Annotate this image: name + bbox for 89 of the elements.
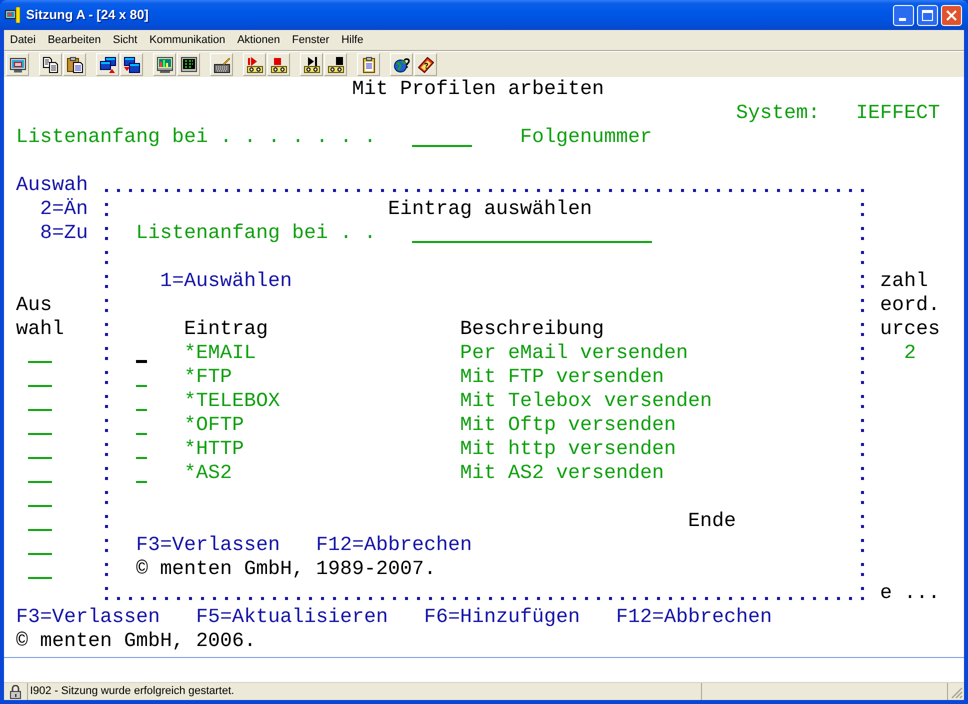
entry-code: *EMAIL [184,341,256,365]
toolbar-button[interactable] [63,53,86,76]
windows-down-arrow-icon [124,56,140,72]
status-message: I902 - Sitzung wurde erfolgreich gestartet. [30,684,234,700]
maximize-icon [922,10,933,20]
toolbar-button[interactable] [96,53,119,76]
option-hint: 2=Än [40,197,88,221]
resize-grip-icon [951,687,963,699]
tape-stop-icon [270,56,286,72]
clipboard-page-icon [66,56,82,72]
toolbar-button[interactable] [300,53,323,76]
toolbar-button[interactable] [177,53,200,76]
copyright-text: © menten GmbH, 1989-2007. [136,557,436,581]
column-heading: zahl [880,269,928,293]
toolbar-button[interactable] [120,53,143,76]
window-title: Sitzung A - [24 x 80] [26,6,149,24]
toolbar-button[interactable] [267,53,290,76]
entry-code: *HTTP [184,437,244,461]
entry-code: *OFTP [184,413,244,437]
field-label: Listenanfang bei . . . . . . . [16,125,376,149]
toolbar-button[interactable] [357,53,380,76]
padlock-icon [8,684,22,698]
system-name: IEFFECT [856,101,940,125]
tape-play-icon [246,56,262,72]
system-label: System: [736,101,820,125]
popup-title: Eintrag auswählen [388,197,592,221]
maximize-button[interactable] [917,4,938,26]
field-label: Listenanfang bei . . [136,221,376,245]
entry-description: Mit AS2 versenden [460,461,664,485]
menu-item[interactable]: Hilfe [335,32,370,48]
tape-stop-icon [328,56,344,72]
monitor-icon [5,7,21,23]
copyright-text: © menten GmbH, 2006. [16,629,256,653]
menu-item[interactable]: Datei [4,32,42,48]
function-key-hint: F3=Verlassen [136,533,280,557]
column-heading: wahl [16,317,64,341]
monitor-icon [10,56,26,72]
tag-question-icon [418,56,434,72]
entry-description: Per eMail versenden [460,341,688,365]
option-hint: 1=Auswählen [160,269,292,293]
close-button[interactable] [941,4,962,26]
instruction-text: Auswah [16,173,88,197]
close-icon [946,10,957,20]
toolbar-button[interactable] [210,53,233,76]
menu-item[interactable]: Kommunikation [143,32,232,48]
column-heading: urces [880,317,940,341]
function-key-hint: F5=Aktualisieren [196,605,388,629]
globe-question-icon [394,56,410,72]
entry-description: Mit Telebox versenden [460,389,712,413]
entry-code: *AS2 [184,461,232,485]
toolbar-button[interactable] [390,53,413,76]
column-heading: eord. [880,293,940,317]
column-heading: Aus [16,293,52,317]
screen-chart-icon [156,56,172,72]
entry-code: *TELEBOX [184,389,280,413]
field-label: Folgenummer [520,125,652,149]
toolbar-button[interactable] [414,53,437,76]
function-key-hint: F12=Abbrechen [616,605,772,629]
menu-item[interactable]: Sicht [106,32,144,48]
function-key-hint: F12=Abbrechen [316,533,472,557]
minimize-button[interactable] [893,4,914,26]
function-key-hint: F6=Hinzufügen [424,605,580,629]
column-heading: Eintrag [184,317,268,341]
entry-description: Mit Oftp versenden [460,413,676,437]
toolbar-button[interactable] [39,53,62,76]
more-indicator: Ende [688,509,736,533]
count-value: 2 [904,341,916,365]
toolbar-button[interactable] [153,53,176,76]
entry-description: Mit FTP versenden [460,365,664,389]
more-indicator: e ... [880,581,940,605]
keyboard-pen-icon [214,56,230,72]
copy-icon [42,56,58,72]
screen-title: Mit Profilen arbeiten [352,77,604,101]
entry-code: *FTP [184,365,232,389]
tape-play-icon [304,56,320,72]
toolbar-button[interactable] [243,53,266,76]
option-hint: 8=Zu [40,221,88,245]
column-heading: Beschreibung [460,317,604,341]
menu-item[interactable]: Bearbeiten [42,32,107,48]
function-key-hint: F3=Verlassen [16,605,160,629]
clipboard-icon [360,56,376,72]
minimize-icon [899,18,906,20]
windows-up-arrow-icon [100,56,116,72]
menu-item[interactable]: Fenster [286,32,336,48]
screen-grid-icon [180,56,196,72]
menu-item[interactable]: Aktionen [231,32,286,48]
entry-description: Mit http versenden [460,437,676,461]
toolbar-button[interactable] [6,53,29,76]
toolbar-button[interactable] [324,53,347,76]
